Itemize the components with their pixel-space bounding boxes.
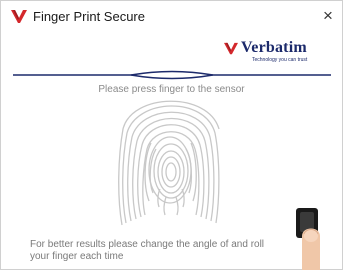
verbatim-app-icon (11, 10, 27, 23)
brand-tagline: Technology you can trust (252, 57, 308, 63)
window-title: Finger Print Secure (33, 9, 145, 24)
verbatim-v-icon (224, 42, 238, 55)
verbatim-logo: Verbatim Technology you can trust (200, 39, 320, 68)
instruction-text: Please press finger to the sensor (98, 84, 245, 95)
title-bar: Finger Print Secure × (1, 1, 342, 31)
tip-text: For better results please change the ang… (30, 239, 270, 263)
finger-on-sensor-icon (296, 208, 320, 270)
close-button[interactable]: × (316, 5, 340, 27)
tip-line-2: your finger each time (30, 251, 124, 262)
brand-name: Verbatim (241, 39, 307, 56)
header-divider (13, 70, 331, 80)
tip-line-1: For better results please change the ang… (30, 239, 265, 250)
finger-print-secure-window: Finger Print Secure × Verbatim Technolog… (0, 0, 343, 270)
fingerprint-icon (118, 100, 220, 226)
